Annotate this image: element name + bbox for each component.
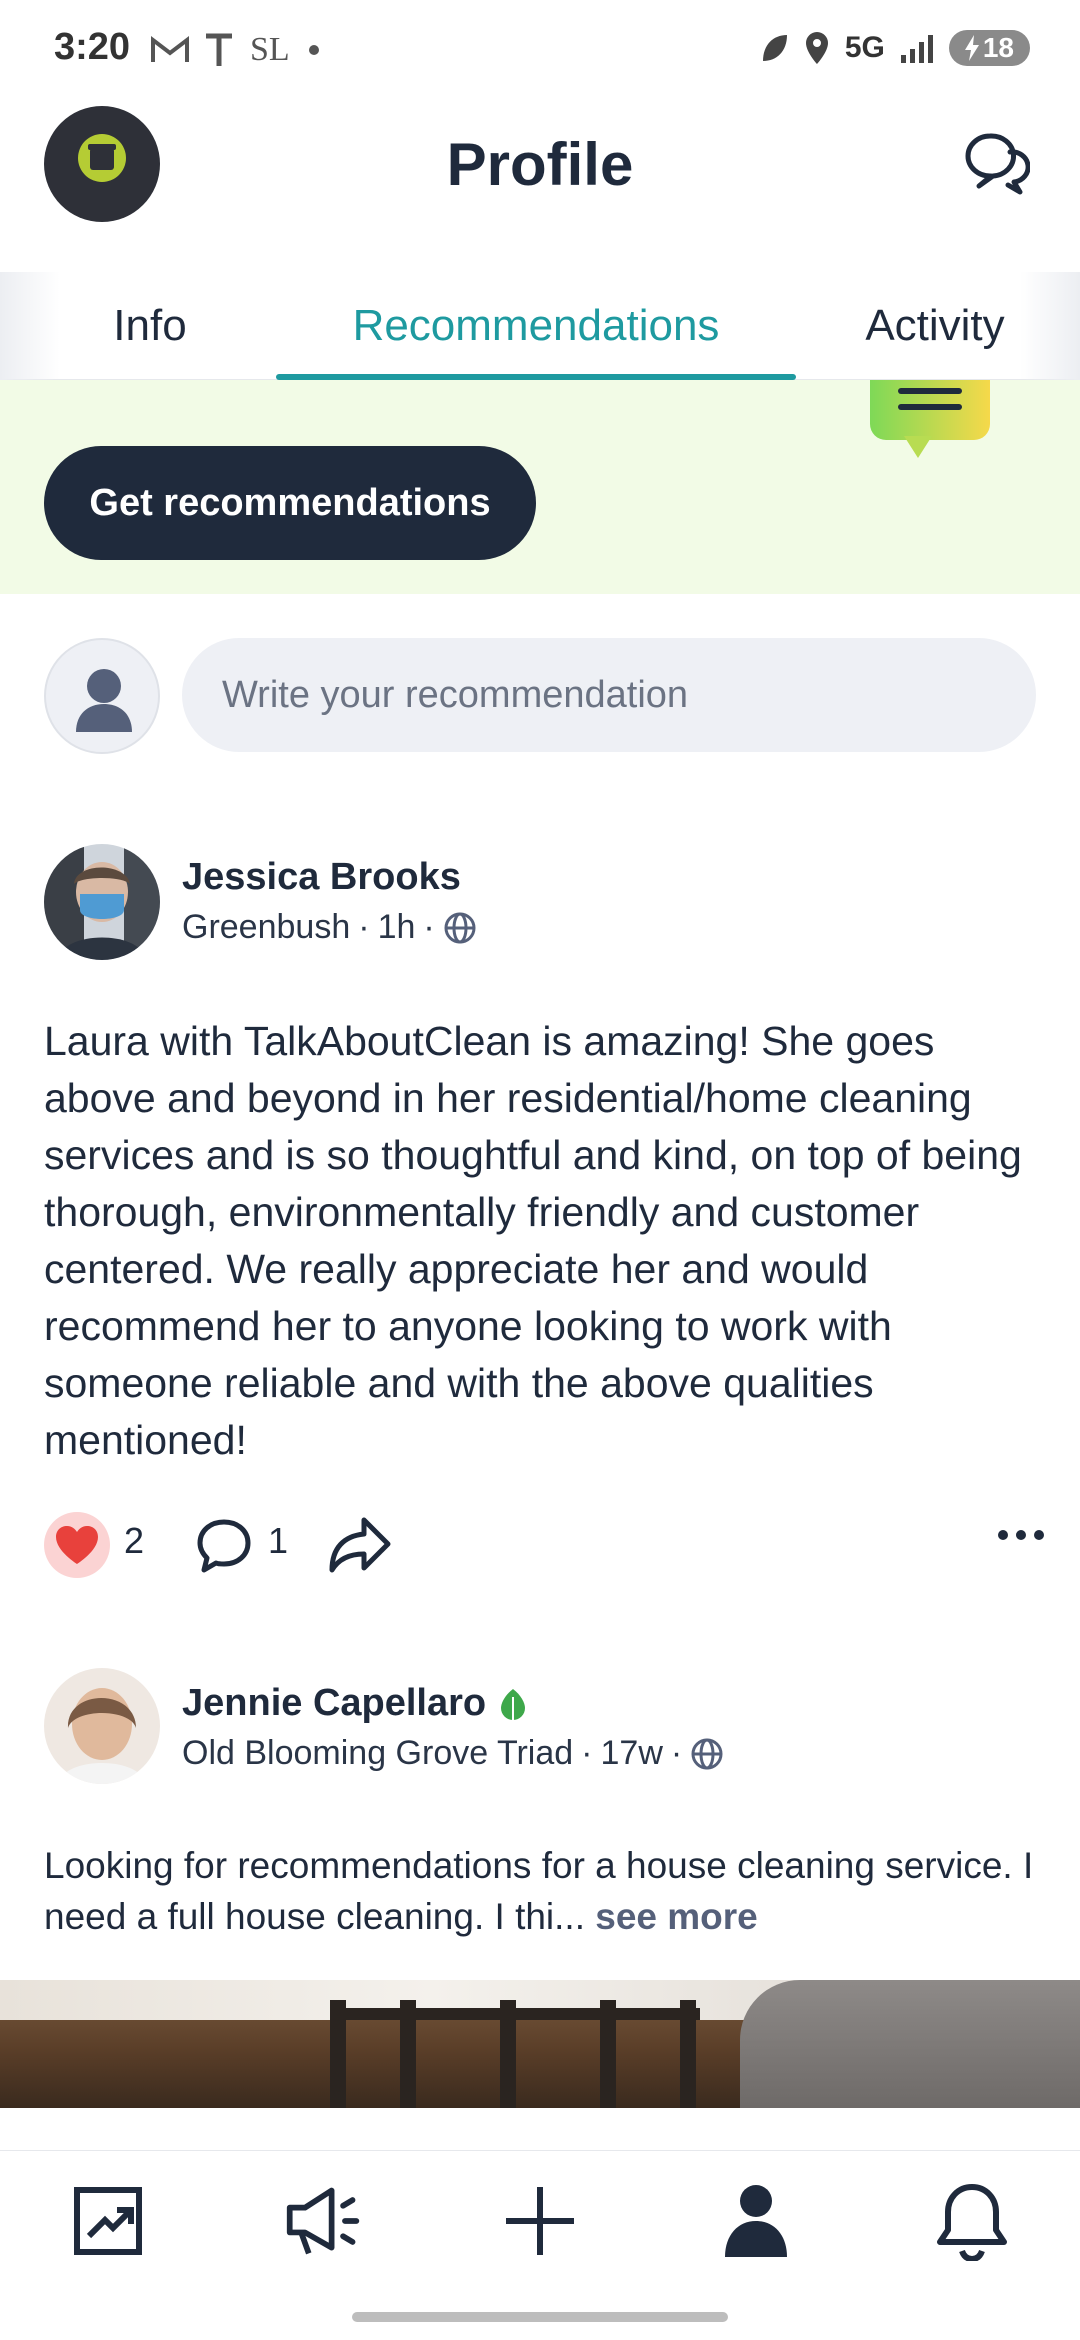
recommendations-banner: Get recommendations — [0, 380, 1080, 594]
person-filled-icon — [725, 2185, 787, 2257]
post-time: 17w — [600, 1734, 663, 1772]
post-photo[interactable] — [0, 1980, 1080, 2108]
trending-chart-icon — [74, 2187, 142, 2255]
see-more-link[interactable]: see more — [595, 1896, 758, 1937]
page-title: Profile — [446, 131, 634, 198]
globe-icon — [444, 912, 476, 943]
location-icon — [805, 32, 828, 64]
bottom-navigation — [0, 2150, 1080, 2290]
meta-separator: · — [423, 908, 435, 946]
charging-icon — [964, 35, 979, 61]
plus-icon — [506, 2187, 574, 2255]
nav-create[interactable] — [500, 2181, 580, 2261]
author-avatar[interactable] — [44, 844, 160, 960]
user-avatar[interactable] — [44, 638, 160, 754]
status-bar: 3:20 SL 5G 18 — [0, 0, 1080, 100]
write-recommendation-input[interactable]: Write your recommendation — [182, 638, 1036, 752]
gmail-icon — [150, 30, 190, 70]
battery-level: 18 — [982, 32, 1014, 63]
t-icon — [204, 30, 234, 70]
heart-icon — [56, 1526, 98, 1564]
post-neighborhood[interactable]: Greenbush — [182, 908, 350, 947]
bell-icon — [937, 2184, 1007, 2261]
status-time: 3:20 — [54, 26, 131, 68]
sl-icon: SL — [250, 31, 290, 68]
network-label: 5G — [844, 31, 885, 64]
post-author[interactable]: Jessica Brooks — [182, 856, 461, 899]
comment-icon[interactable] — [194, 1516, 254, 1576]
reaction-count: 2 — [124, 1520, 145, 1561]
post-body: Looking for recommendations for a house … — [44, 1840, 1044, 1942]
leaf-icon — [762, 35, 787, 61]
megaphone-icon — [286, 2187, 360, 2255]
status-right: 5G 18 — [759, 30, 1030, 66]
profile-tabs: Info Recommendations Activity — [0, 272, 1080, 380]
speech-bubble-icon — [870, 380, 990, 440]
tab-recommendations[interactable]: Recommendations — [276, 272, 796, 380]
post-time: 1h — [377, 908, 416, 946]
get-recommendations-button[interactable]: Get recommendations — [44, 446, 536, 560]
battery-indicator: 18 — [948, 30, 1030, 66]
meta-separator: · — [670, 1734, 683, 1772]
photo-chair-rail — [500, 2008, 700, 2020]
bubble-line — [898, 404, 962, 410]
photo-sofa — [740, 1980, 1080, 2108]
dot-icon — [308, 30, 320, 70]
speech-bubble-tail — [904, 436, 932, 458]
bubble-line — [898, 388, 962, 394]
nav-trending[interactable] — [68, 2181, 148, 2261]
person-icon — [76, 669, 132, 732]
chat-bubbles-icon — [965, 133, 1031, 195]
nav-profile[interactable] — [716, 2181, 796, 2261]
share-icon[interactable] — [328, 1514, 392, 1576]
tab-info[interactable]: Info — [40, 272, 260, 380]
nav-notifications[interactable] — [932, 2181, 1012, 2261]
messages-button[interactable] — [960, 128, 1031, 198]
post-actions: 2 1 — [44, 1510, 1044, 1580]
post-neighborhood[interactable]: Old Blooming Grove Triad — [182, 1734, 573, 1773]
app-header: Profile — [0, 100, 1080, 270]
meta-separator: · — [358, 908, 370, 946]
post-meta: Old Blooming Grove Triad · 17w · — [182, 1734, 724, 1773]
globe-icon — [691, 1738, 723, 1769]
home-indicator[interactable] — [352, 2312, 728, 2322]
tab-activity[interactable]: Activity — [830, 272, 1040, 380]
more-options-icon[interactable] — [998, 1530, 1044, 1540]
leaf-badge-icon — [501, 1688, 526, 1721]
meta-separator: · — [581, 1734, 593, 1772]
post-author[interactable]: Jennie Capellaro — [182, 1682, 528, 1725]
post-body-text: Looking for recommendations for a house … — [44, 1845, 1034, 1937]
post-body: Laura with TalkAboutClean is amazing! Sh… — [44, 1018, 1022, 1463]
post-author-name[interactable]: Jennie Capellaro — [182, 1682, 486, 1725]
post-meta: Greenbush · 1h · — [182, 908, 477, 947]
nav-announcements[interactable] — [284, 2181, 364, 2261]
comment-count: 1 — [268, 1520, 289, 1561]
author-avatar[interactable] — [44, 1668, 160, 1784]
react-button[interactable] — [44, 1512, 110, 1578]
tabs-fade-right — [1020, 272, 1080, 380]
photo-chair-rail — [330, 2008, 520, 2020]
signal-icon — [900, 35, 933, 63]
